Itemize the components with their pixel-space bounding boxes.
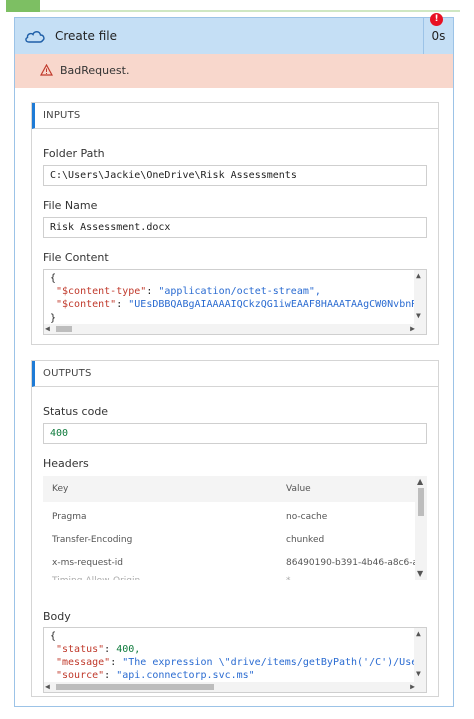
inputs-section: INPUTS Folder Path C:\Users\Jackie\OneDr… bbox=[31, 102, 439, 345]
headers-vertical-scrollbar[interactable]: ▲ ▼ bbox=[415, 476, 427, 580]
file-name-field[interactable]: Risk Assessment.docx bbox=[43, 217, 427, 238]
header-value-cell: * bbox=[286, 576, 291, 580]
scroll-up-icon[interactable]: ▲ bbox=[417, 478, 423, 486]
json-number: 400, bbox=[116, 644, 141, 655]
json-string: "The expression \"drive/items/getByPath(… bbox=[122, 657, 427, 668]
json-string: "UEsDBBQABgAIAAAAIQCkzQG1iwEAAF8HAAATAAg… bbox=[128, 299, 427, 310]
scroll-down-icon[interactable]: ▼ bbox=[416, 312, 421, 320]
onedrive-cloud-icon bbox=[25, 31, 45, 43]
code-brace-open: { bbox=[50, 273, 57, 284]
scroll-up-icon[interactable]: ▲ bbox=[416, 630, 421, 638]
code-line-source: "source": "api.connectorp.svc.ms" bbox=[56, 670, 255, 681]
column-header-key: Key bbox=[52, 484, 69, 494]
scroll-thumb[interactable] bbox=[56, 684, 214, 690]
scroll-thumb[interactable] bbox=[56, 326, 72, 332]
file-content-viewer[interactable]: { "$content-type": "application/octet-st… bbox=[43, 269, 427, 335]
code-brace-close: } bbox=[50, 313, 57, 324]
previous-step-strip bbox=[0, 0, 474, 14]
body-label: Body bbox=[43, 610, 71, 623]
header-key-cell: Transfer-Encoding bbox=[52, 535, 133, 545]
action-header[interactable]: Create file 0s bbox=[15, 18, 453, 54]
error-badge-icon: ! bbox=[430, 13, 443, 26]
header-value-cell: 86490190-b391-4b46-a8c6-a... bbox=[286, 558, 427, 568]
header-value-cell: chunked bbox=[286, 535, 325, 545]
scroll-right-icon[interactable]: ▶ bbox=[410, 325, 415, 333]
scroll-left-icon[interactable]: ◀ bbox=[45, 683, 50, 691]
column-header-value: Value bbox=[286, 484, 311, 494]
code-line-content: "$content": "UEsDBBQABgAIAAAAIQCkzQG1iwE… bbox=[56, 299, 427, 310]
horizontal-scrollbar[interactable]: ◀ ▶ bbox=[44, 324, 416, 334]
header-key-cell: Timing-Allow-Origin bbox=[52, 576, 140, 580]
action-title: Create file bbox=[55, 29, 117, 43]
json-key: "status" bbox=[56, 644, 105, 655]
code-brace-open: { bbox=[50, 631, 57, 642]
code-line-message: "message": "The expression \"drive/items… bbox=[56, 657, 427, 668]
headers-table-header bbox=[43, 476, 415, 502]
json-string: "api.connectorp.svc.ms" bbox=[116, 670, 255, 681]
inputs-heading: INPUTS bbox=[32, 103, 438, 129]
header-value-cell: no-cache bbox=[286, 512, 328, 522]
code-line-status: "status": 400, bbox=[56, 644, 141, 655]
body-viewer[interactable]: { "status": 400, "message": "The express… bbox=[43, 627, 427, 693]
horizontal-scrollbar[interactable]: ◀ ▶ bbox=[44, 682, 416, 692]
header-key-cell: Pragma bbox=[52, 512, 87, 522]
error-banner: BadRequest. bbox=[15, 54, 453, 88]
scroll-left-icon[interactable]: ◀ bbox=[45, 325, 50, 333]
file-content-label: File Content bbox=[43, 251, 109, 264]
json-key: "message" bbox=[56, 657, 111, 668]
json-string: "application/octet-stream", bbox=[158, 286, 321, 297]
previous-step-border bbox=[40, 10, 460, 12]
previous-step-success-indicator bbox=[6, 0, 40, 12]
json-key: "$content" bbox=[56, 299, 117, 310]
outputs-section: OUTPUTS Status code 400 Headers Key Valu… bbox=[31, 360, 439, 697]
scroll-right-icon[interactable]: ▶ bbox=[410, 683, 415, 691]
code-line-content-type: "$content-type": "application/octet-stre… bbox=[56, 286, 321, 297]
scroll-up-icon[interactable]: ▲ bbox=[416, 272, 421, 280]
folder-path-label: Folder Path bbox=[43, 147, 105, 160]
create-file-action-card: Create file 0s BadRequest. INPUTS Folder… bbox=[14, 17, 454, 707]
json-key: "$content-type" bbox=[56, 286, 147, 297]
json-key: "source" bbox=[56, 670, 105, 681]
status-code-field[interactable]: 400 bbox=[43, 423, 427, 444]
headers-label: Headers bbox=[43, 457, 89, 470]
scroll-thumb[interactable] bbox=[418, 488, 424, 516]
status-code-label: Status code bbox=[43, 405, 109, 418]
header-key-cell: x-ms-request-id bbox=[52, 558, 123, 568]
scroll-down-icon[interactable]: ▼ bbox=[417, 570, 423, 578]
scroll-down-icon[interactable]: ▼ bbox=[416, 670, 421, 678]
headers-table[interactable]: Key Value Pragma no-cache Transfer-Encod… bbox=[43, 476, 427, 580]
outputs-heading: OUTPUTS bbox=[32, 361, 438, 387]
file-name-label: File Name bbox=[43, 199, 98, 212]
error-message: BadRequest. bbox=[60, 64, 130, 77]
warning-triangle-icon bbox=[40, 64, 53, 76]
folder-path-field[interactable]: C:\Users\Jackie\OneDrive\Risk Assessment… bbox=[43, 165, 427, 186]
